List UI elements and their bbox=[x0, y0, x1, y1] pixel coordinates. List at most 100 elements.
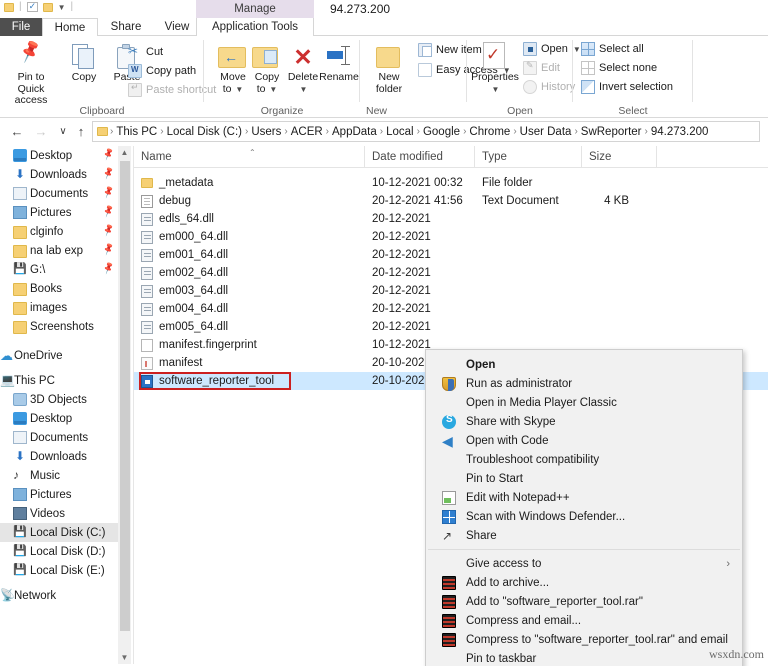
edit-button[interactable]: Edit bbox=[523, 60, 560, 76]
context-menu-item-edit-with-notepadpp[interactable]: Edit with Notepad++ bbox=[426, 488, 742, 507]
context-menu-item-share[interactable]: ↗ Share bbox=[426, 526, 742, 545]
tab-file[interactable]: File bbox=[0, 18, 42, 36]
sidebar-scrollbar[interactable]: ▲ ▼ bbox=[118, 146, 131, 664]
breadcrumb-item-appdata[interactable]: AppData bbox=[329, 126, 380, 138]
breadcrumb-item-google[interactable]: Google bbox=[420, 126, 463, 138]
breadcrumb-item-swreporter[interactable]: SwReporter bbox=[578, 126, 645, 138]
back-button[interactable]: ← bbox=[8, 123, 26, 141]
new-folder-button[interactable]: New folder bbox=[362, 40, 416, 95]
forward-button[interactable]: → bbox=[32, 123, 50, 141]
cut-button[interactable]: Cut bbox=[128, 44, 163, 60]
recent-locations-button[interactable]: ∨ bbox=[54, 123, 72, 141]
context-menu-item-compress-and-email[interactable]: Compress and email... bbox=[426, 611, 742, 630]
sidebar-item-documents[interactable]: Documents 📌 bbox=[0, 184, 120, 203]
scroll-down-icon[interactable]: ▼ bbox=[118, 651, 131, 664]
context-menu-item-open-with-code[interactable]: ◀ Open with Code bbox=[426, 431, 742, 450]
sidebar-item-3d-objects[interactable]: 3D Objects bbox=[0, 390, 120, 409]
pin-to-quick-access-button[interactable]: Pin to Quick access bbox=[4, 40, 58, 107]
table-row[interactable]: debug 20-12-2021 41:56 Text Document 4 K… bbox=[134, 192, 768, 210]
table-row[interactable]: em003_64.dll 20-12-2021 bbox=[134, 282, 768, 300]
sidebar-item-clginfo[interactable]: clginfo 📌 bbox=[0, 222, 120, 241]
tab-home[interactable]: Home bbox=[42, 18, 98, 36]
context-menu-item-pin-to-start[interactable]: Pin to Start bbox=[426, 469, 742, 488]
sidebar-item-music[interactable]: ♪ Music bbox=[0, 466, 120, 485]
pin-icon[interactable]: 📌 bbox=[101, 147, 116, 162]
pin-icon[interactable]: 📌 bbox=[101, 185, 116, 200]
dropdown-caret-icon[interactable]: ▼ bbox=[58, 3, 66, 12]
table-row[interactable]: em000_64.dll 20-12-2021 bbox=[134, 228, 768, 246]
checkbox-icon[interactable] bbox=[27, 2, 38, 12]
tab-application-tools[interactable]: Application Tools bbox=[196, 18, 314, 36]
select-all-button[interactable]: Select all bbox=[581, 41, 644, 57]
sidebar-item-downloads-pc[interactable]: ⬇ Downloads bbox=[0, 447, 120, 466]
breadcrumb-item-local-disk-c[interactable]: Local Disk (C:) bbox=[164, 126, 245, 138]
sidebar-item-onedrive[interactable]: ☁ OneDrive bbox=[0, 346, 120, 365]
context-menu-item-troubleshoot-compatibility[interactable]: Troubleshoot compatibility bbox=[426, 450, 742, 469]
sidebar-item-downloads[interactable]: ⬇ Downloads 📌 bbox=[0, 165, 120, 184]
column-header-type[interactable]: Type bbox=[475, 146, 582, 167]
context-menu-item-open-in-media-player-classic[interactable]: Open in Media Player Classic bbox=[426, 393, 742, 412]
pin-icon[interactable]: 📌 bbox=[101, 261, 116, 276]
pin-icon[interactable]: 📌 bbox=[101, 223, 116, 238]
column-header-name[interactable]: Name ⌃ bbox=[134, 146, 365, 167]
chevron-down-icon[interactable]: ▼ bbox=[470, 84, 521, 96]
context-menu-item-add-to-archive[interactable]: Add to archive... bbox=[426, 573, 742, 592]
context-menu-item-run-as-administrator[interactable]: Run as administrator bbox=[426, 374, 742, 393]
context-menu-item-scan-with-windows-defender[interactable]: Scan with Windows Defender... bbox=[426, 507, 742, 526]
sidebar-item-screenshots[interactable]: Screenshots bbox=[0, 317, 120, 336]
context-menu-item-give-access-to[interactable]: Give access to › bbox=[426, 554, 742, 573]
context-menu-item-add-to-rar[interactable]: Add to "software_reporter_tool.rar" bbox=[426, 592, 742, 611]
sidebar-item-local-disk-c[interactable]: 💾 Local Disk (C:) bbox=[0, 523, 120, 542]
properties-button[interactable]: ✓ Properties ▼ bbox=[469, 40, 521, 95]
folder-icon[interactable] bbox=[4, 3, 14, 12]
scroll-up-icon[interactable]: ▲ bbox=[118, 146, 131, 159]
breadcrumb-item-this-pc[interactable]: This PC bbox=[113, 126, 160, 138]
context-menu-item-compress-to-rar-and-email[interactable]: Compress to "software_reporter_tool.rar"… bbox=[426, 630, 742, 649]
sidebar-item-network[interactable]: 📡 Network bbox=[0, 586, 120, 605]
column-header-date-modified[interactable]: Date modified bbox=[365, 146, 475, 167]
breadcrumb-item-chrome[interactable]: Chrome bbox=[466, 126, 513, 138]
pin-icon[interactable]: 📌 bbox=[101, 166, 116, 181]
table-row[interactable]: em004_64.dll 20-12-2021 bbox=[134, 300, 768, 318]
table-row[interactable]: edls_64.dll 20-12-2021 bbox=[134, 210, 768, 228]
table-row[interactable]: em005_64.dll 20-12-2021 bbox=[134, 318, 768, 336]
history-button[interactable]: History bbox=[523, 79, 575, 95]
pin-icon[interactable]: 📌 bbox=[101, 242, 116, 257]
copy-path-button[interactable]: Copy path bbox=[128, 63, 196, 79]
sidebar-item-na-lab-exp[interactable]: na lab exp 📌 bbox=[0, 241, 120, 260]
breadcrumb[interactable]: › This PC › Local Disk (C:) › Users › AC… bbox=[92, 121, 760, 142]
table-row[interactable]: _metadata 10-12-2021 00:32 File folder bbox=[134, 174, 768, 192]
context-menu-item-share-with-skype[interactable]: Share with Skype bbox=[426, 412, 742, 431]
table-row[interactable]: em001_64.dll 20-12-2021 bbox=[134, 246, 768, 264]
sidebar-item-local-disk-e[interactable]: 💾 Local Disk (E:) bbox=[0, 561, 120, 580]
breadcrumb-item-acer[interactable]: ACER bbox=[288, 126, 326, 138]
sidebar-item-this-pc[interactable]: 💻 This PC bbox=[0, 371, 120, 390]
context-menu-item-open[interactable]: Open bbox=[426, 355, 742, 374]
sidebar-item-local-disk-d[interactable]: 💾 Local Disk (D:) bbox=[0, 542, 120, 561]
sidebar-item-pictures-pc[interactable]: Pictures bbox=[0, 485, 120, 504]
manage-contextual-tab[interactable]: Manage bbox=[196, 0, 314, 18]
breadcrumb-item-users[interactable]: Users bbox=[248, 126, 284, 138]
sidebar-item-desktop[interactable]: Desktop 📌 bbox=[0, 146, 120, 165]
context-menu-item-pin-to-taskbar[interactable]: Pin to taskbar bbox=[426, 649, 742, 666]
column-header-size[interactable]: Size bbox=[582, 146, 657, 167]
folder-icon[interactable] bbox=[43, 3, 53, 12]
sidebar-item-desktop-pc[interactable]: Desktop bbox=[0, 409, 120, 428]
pin-icon[interactable]: 📌 bbox=[101, 204, 116, 219]
tab-view[interactable]: View bbox=[154, 18, 200, 36]
breadcrumb-item-local[interactable]: Local bbox=[383, 126, 417, 138]
tab-share[interactable]: Share bbox=[98, 18, 154, 36]
sidebar-item-g-drive[interactable]: 💾 G:\ 📌 bbox=[0, 260, 120, 279]
rename-button[interactable]: Rename bbox=[312, 40, 366, 84]
sidebar-item-images[interactable]: images bbox=[0, 298, 120, 317]
chevron-down-icon[interactable]: ▼ bbox=[277, 84, 330, 96]
breadcrumb-item-user-data[interactable]: User Data bbox=[517, 126, 575, 138]
up-button[interactable]: ↑ bbox=[72, 123, 90, 141]
select-none-button[interactable]: Select none bbox=[581, 60, 657, 76]
sidebar-item-pictures[interactable]: Pictures 📌 bbox=[0, 203, 120, 222]
scrollbar-thumb[interactable] bbox=[120, 161, 130, 631]
sidebar-item-documents-pc[interactable]: Documents bbox=[0, 428, 120, 447]
sidebar-item-books[interactable]: Books bbox=[0, 279, 120, 298]
table-row[interactable]: em002_64.dll 20-12-2021 bbox=[134, 264, 768, 282]
sidebar-item-videos[interactable]: Videos bbox=[0, 504, 120, 523]
